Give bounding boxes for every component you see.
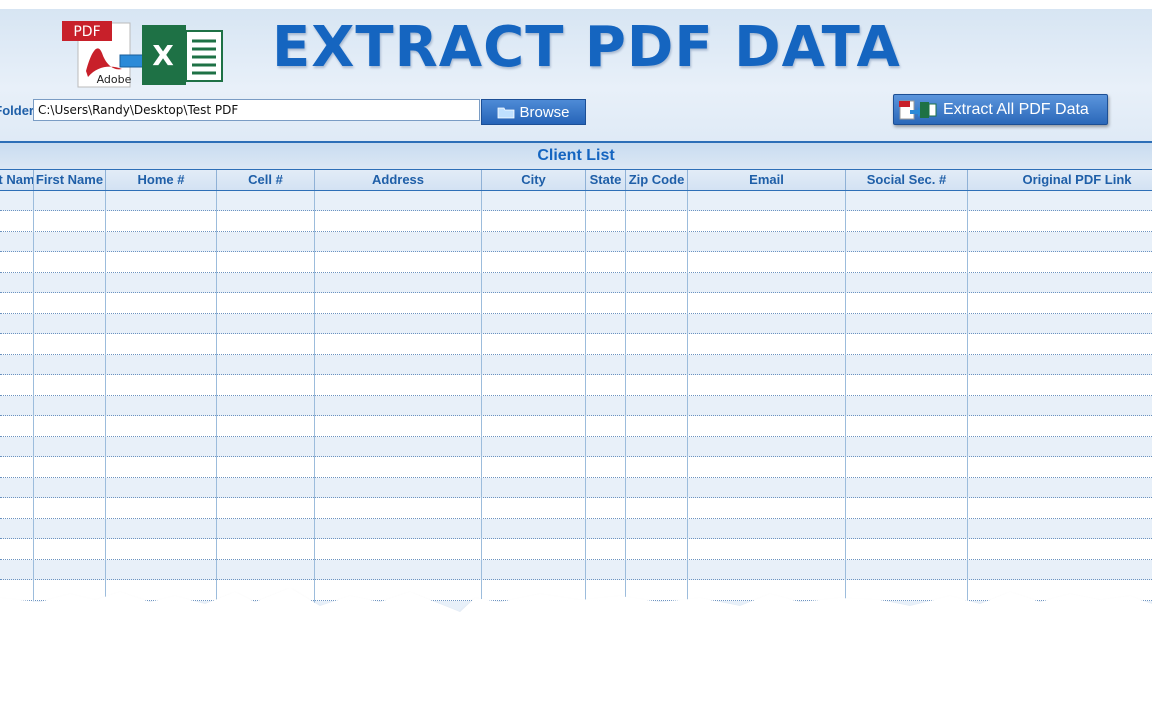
table-row[interactable] [0, 437, 1152, 457]
column-header-first-name[interactable]: First Name [34, 170, 106, 190]
column-header-city[interactable]: City [482, 170, 586, 190]
table-row[interactable] [0, 478, 1152, 498]
table-row[interactable] [0, 355, 1152, 375]
table-row[interactable] [0, 232, 1152, 252]
window-top-border [0, 0, 1152, 9]
extract-all-pdf-data-label: Extract All PDF Data [943, 100, 1089, 118]
folder-icon [498, 107, 515, 118]
column-divider [481, 191, 482, 611]
extract-all-pdf-data-button[interactable]: Extract All PDF Data [893, 94, 1108, 125]
client-list-grid [0, 191, 1152, 621]
pdf-to-excel-icon [899, 100, 937, 119]
column-divider [625, 191, 626, 611]
table-row[interactable] [0, 294, 1152, 314]
column-header-last-name[interactable]: Last Name [0, 170, 34, 190]
page-title: EXTRACT PDF DATA [272, 15, 901, 80]
column-divider [314, 191, 315, 611]
header-banner: PDF Adobe X EXTRACT PDF DATA Folder: C:\… [0, 9, 1152, 141]
column-header-zip-code[interactable]: Zip Code [626, 170, 688, 190]
excel-logo-text: X [152, 39, 174, 72]
column-header-home[interactable]: Home # [106, 170, 217, 190]
table-row[interactable] [0, 191, 1152, 211]
table-row[interactable] [0, 212, 1152, 232]
column-divider [33, 191, 34, 611]
pdf-logo-text: PDF [73, 24, 100, 40]
table-row[interactable] [0, 417, 1152, 437]
pdf-to-excel-logo-icon: PDF Adobe X [62, 21, 223, 88]
table-row[interactable] [0, 253, 1152, 273]
browse-button[interactable]: Browse [481, 99, 586, 125]
table-row[interactable] [0, 499, 1152, 519]
table-caption: Client List [0, 143, 1152, 169]
table-row[interactable] [0, 376, 1152, 396]
column-header-cell[interactable]: Cell # [217, 170, 315, 190]
column-divider [687, 191, 688, 611]
torn-page-edge [0, 588, 1152, 648]
table-row[interactable] [0, 560, 1152, 580]
column-header-email[interactable]: Email [688, 170, 846, 190]
column-header-social-sec[interactable]: Social Sec. # [846, 170, 968, 190]
adobe-logo-text: Adobe [97, 73, 132, 86]
table-row[interactable] [0, 458, 1152, 478]
folder-label: Folder: [0, 103, 34, 118]
table-row[interactable] [0, 273, 1152, 293]
column-divider [585, 191, 586, 611]
table-row[interactable] [0, 540, 1152, 560]
table-row[interactable] [0, 396, 1152, 416]
table-header-row: Last Name First Name Home # Cell # Addre… [0, 169, 1152, 191]
column-divider [845, 191, 846, 611]
table-row[interactable] [0, 314, 1152, 334]
column-header-original-pdf-link[interactable]: Original PDF Link [968, 170, 1152, 190]
browse-button-label: Browse [519, 103, 570, 121]
table-row[interactable] [0, 519, 1152, 539]
table-row[interactable] [0, 335, 1152, 355]
column-header-state[interactable]: State [586, 170, 626, 190]
column-divider [105, 191, 106, 611]
folder-path-input[interactable]: C:\Users\Randy\Desktop\Test PDF [33, 99, 480, 121]
column-header-address[interactable]: Address [315, 170, 482, 190]
column-divider [967, 191, 968, 611]
column-divider [216, 191, 217, 611]
